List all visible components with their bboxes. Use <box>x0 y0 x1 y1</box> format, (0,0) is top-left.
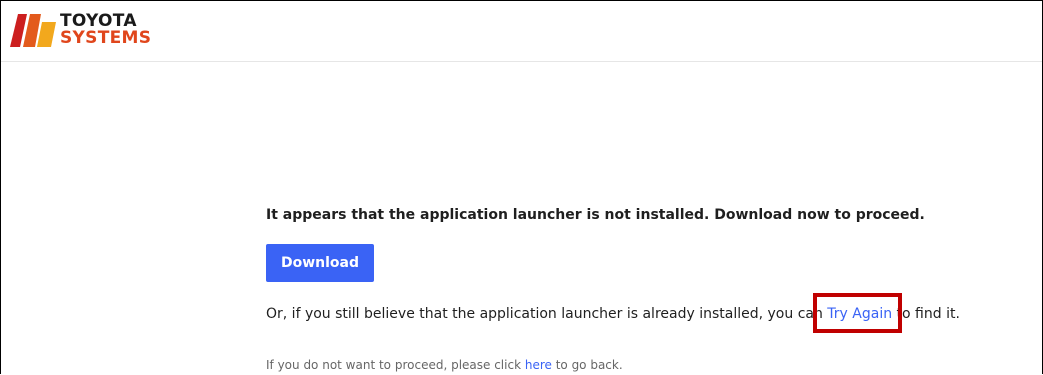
go-back-here-link[interactable]: here <box>525 358 552 372</box>
retry-suffix-text: to find it. <box>892 306 960 322</box>
back-suffix-text: to go back. <box>551 358 623 372</box>
try-again-link[interactable]: Try Again <box>827 306 892 322</box>
launcher-not-installed-heading: It appears that the application launcher… <box>266 207 925 223</box>
brand-mark-icon <box>10 13 56 47</box>
logo-wordmark: TOYOTA SYSTEMS <box>60 13 151 47</box>
toyota-systems-logo[interactable]: TOYOTA SYSTEMS <box>10 13 151 47</box>
logo-line-systems: SYSTEMS <box>60 28 152 48</box>
go-back-paragraph: If you do not want to proceed, please cl… <box>266 357 623 373</box>
retry-prefix-text: Or, if you still believe that the applic… <box>266 306 828 322</box>
back-prefix-text: If you do not want to proceed, please cl… <box>266 358 525 372</box>
download-button[interactable]: Download <box>266 244 374 282</box>
launcher-message: It appears that the application launcher… <box>266 206 966 372</box>
browser-viewport: TOYOTA SYSTEMS It appears that the appli… <box>0 0 1043 374</box>
retry-paragraph: Or, if you still believe that the applic… <box>266 303 966 325</box>
page-header: TOYOTA SYSTEMS <box>1 1 1042 62</box>
